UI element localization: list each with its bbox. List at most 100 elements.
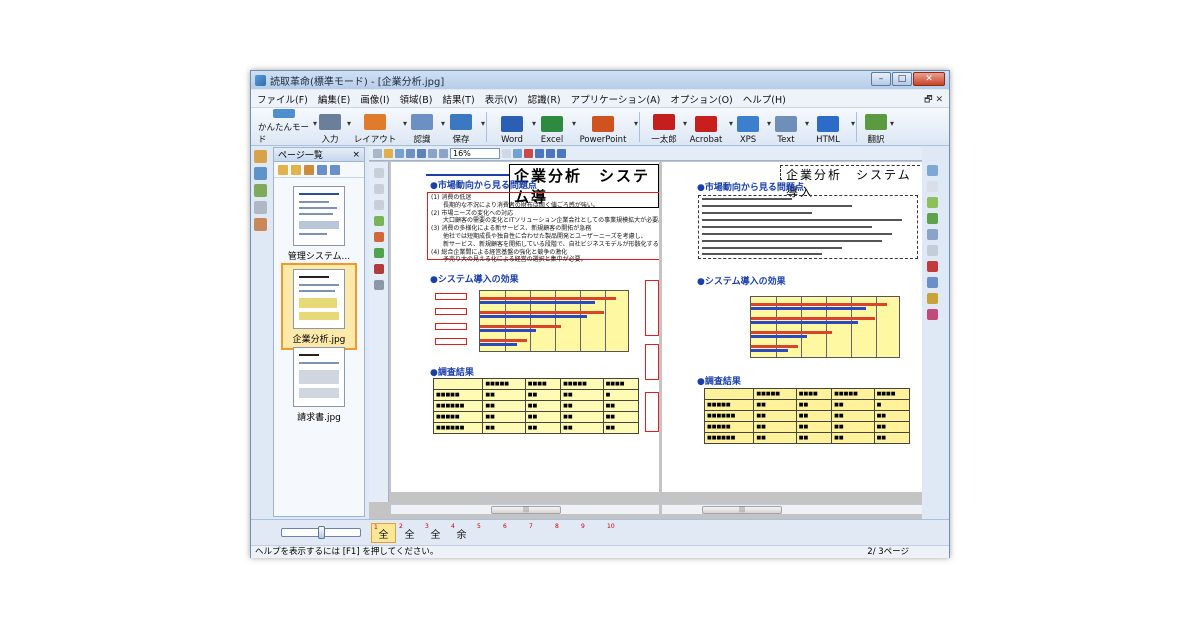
toolbar-button[interactable]: 認識 ▾ (403, 109, 445, 145)
format-icon[interactable] (926, 197, 938, 208)
chart-label-region[interactable] (435, 323, 467, 330)
copy-icon[interactable] (417, 149, 426, 158)
toolbar-button[interactable]: PowerPoint ▾ (572, 109, 638, 145)
page-tab[interactable]: 3全 (423, 523, 448, 543)
menu-item[interactable]: 画像(I) (360, 92, 389, 106)
toolbar-button[interactable]: HTML ▾ (805, 109, 855, 145)
menu-item[interactable]: 認識(R) (528, 92, 561, 106)
toolbar-button[interactable]: かんたんモード ▾ (255, 109, 317, 145)
toolbar-button[interactable]: XPS ▾ (729, 109, 771, 145)
region-tool-icon[interactable] (373, 184, 384, 194)
text-region[interactable] (645, 344, 659, 380)
menu-item[interactable]: ファイル(F) (257, 92, 308, 106)
format-icon[interactable] (926, 165, 938, 176)
page-tool-icon[interactable] (278, 164, 288, 175)
format-icon[interactable] (926, 261, 938, 272)
chevron-down-icon[interactable]: ▾ (481, 119, 485, 128)
page-tab[interactable]: 6 (501, 523, 526, 543)
format-icon[interactable] (926, 181, 938, 192)
text-region[interactable] (645, 280, 659, 336)
move-down-icon[interactable] (330, 164, 340, 175)
chevron-down-icon[interactable] (502, 149, 511, 158)
zoom-select[interactable]: 16% (450, 148, 500, 159)
mdi-controls[interactable]: 🗗 ✕ (924, 92, 943, 108)
hand-icon[interactable] (384, 149, 393, 158)
menu-item[interactable]: 結果(T) (442, 92, 474, 106)
page-tab[interactable]: 5 (475, 523, 500, 543)
page-tool-icon[interactable] (291, 164, 301, 175)
toolbar-button[interactable]: 入力 ▾ (313, 109, 351, 145)
region-tool-icon[interactable] (373, 216, 384, 226)
zoom-in-icon[interactable] (428, 149, 437, 158)
menu-item[interactable]: ヘルプ(H) (743, 92, 786, 106)
chevron-down-icon[interactable]: ▾ (851, 119, 855, 128)
pen-icon[interactable] (406, 149, 415, 158)
menu-item[interactable]: オプション(O) (670, 92, 732, 106)
maximize-button[interactable]: □ (892, 72, 912, 86)
pointer-icon[interactable] (373, 149, 382, 158)
menu-item[interactable]: 表示(V) (485, 92, 518, 106)
horizontal-scrollbar[interactable]: ||| (391, 504, 659, 514)
page-tab[interactable]: 8 (553, 523, 578, 543)
region-tool-icon[interactable] (373, 168, 384, 178)
region-tool-icon[interactable] (373, 232, 384, 242)
chart-label-region[interactable] (435, 293, 467, 300)
view-icon[interactable] (557, 149, 566, 158)
format-icon[interactable] (926, 309, 938, 320)
page-tab[interactable]: 10 (605, 523, 630, 543)
zoom-out-icon[interactable] (439, 149, 448, 158)
result-table[interactable]: ■■■■■ ■■■■ ■■■■■ ■■■■ ■■■■■ ■■ ■■ ■■ ■ ■■■■■■ ■■ ■■… (432, 378, 640, 434)
format-icon[interactable] (926, 245, 938, 256)
view-icon[interactable] (546, 149, 555, 158)
chevron-down-icon[interactable]: ▾ (634, 119, 638, 128)
chart-label-region[interactable] (435, 308, 467, 315)
page-tab[interactable]: 9 (579, 523, 604, 543)
menu-item[interactable]: 領域(B) (400, 92, 433, 106)
page-tab[interactable]: 4余 (449, 523, 474, 543)
toolbar-button[interactable]: Excel ▾ (532, 109, 576, 145)
bar-chart[interactable] (479, 290, 629, 352)
menu-item[interactable]: アプリケーション(A) (571, 92, 661, 106)
page-tab[interactable]: 2全 (397, 523, 422, 543)
toolbar-button[interactable]: 保存 ▾ (441, 109, 485, 145)
close-button[interactable]: ✕ (913, 72, 945, 86)
tool-icon[interactable] (254, 150, 267, 163)
region-tool-icon[interactable] (373, 280, 384, 290)
minimize-button[interactable]: – (871, 72, 891, 86)
page-thumbnail[interactable]: 請求書.jpg (281, 347, 357, 423)
horizontal-scrollbar[interactable]: ||| (662, 504, 922, 514)
find-icon[interactable] (926, 229, 938, 240)
tool-icon[interactable] (254, 167, 267, 180)
view-icon[interactable] (535, 149, 544, 158)
page-thumbnail-selected[interactable]: 企業分析.jpg (281, 263, 357, 350)
tool-icon[interactable] (254, 184, 267, 197)
page-tab[interactable]: 1全 (371, 523, 396, 543)
toolbar-button[interactable]: Acrobat ▾ (683, 109, 733, 145)
thumbnail-size-slider[interactable] (281, 526, 361, 539)
chevron-down-icon[interactable]: ▾ (890, 119, 894, 128)
page-list-close-button[interactable]: × (352, 150, 360, 160)
region-tool-icon[interactable] (373, 248, 384, 258)
toolbar-button[interactable]: レイアウト ▾ (347, 109, 407, 145)
toolbar-button[interactable]: 一太郎 ▾ (645, 109, 687, 145)
tool-icon[interactable] (254, 201, 267, 214)
format-icon[interactable] (926, 213, 938, 224)
format-icon[interactable] (926, 293, 938, 304)
text-region[interactable] (645, 392, 659, 432)
page-thumbnail[interactable]: 管理システム... (281, 186, 357, 262)
page-tab[interactable]: 7 (527, 523, 552, 543)
tool-icon[interactable] (254, 218, 267, 231)
page-tool-icon[interactable] (304, 164, 314, 175)
font-icon[interactable] (926, 277, 938, 288)
view-icon[interactable] (513, 149, 522, 158)
select-icon[interactable] (395, 149, 404, 158)
region-tool-icon[interactable] (373, 200, 384, 210)
toolbar-button[interactable]: Word ▾ (492, 109, 536, 145)
view-icon[interactable] (524, 149, 533, 158)
toolbar-button[interactable]: 翻訳 ▾ (862, 109, 894, 145)
toolbar-button[interactable]: Text ▾ (767, 109, 809, 145)
menu-item[interactable]: 編集(E) (318, 92, 350, 106)
region-tool-icon[interactable] (373, 264, 384, 274)
chart-label-region[interactable] (435, 338, 467, 345)
move-up-icon[interactable] (317, 164, 327, 175)
